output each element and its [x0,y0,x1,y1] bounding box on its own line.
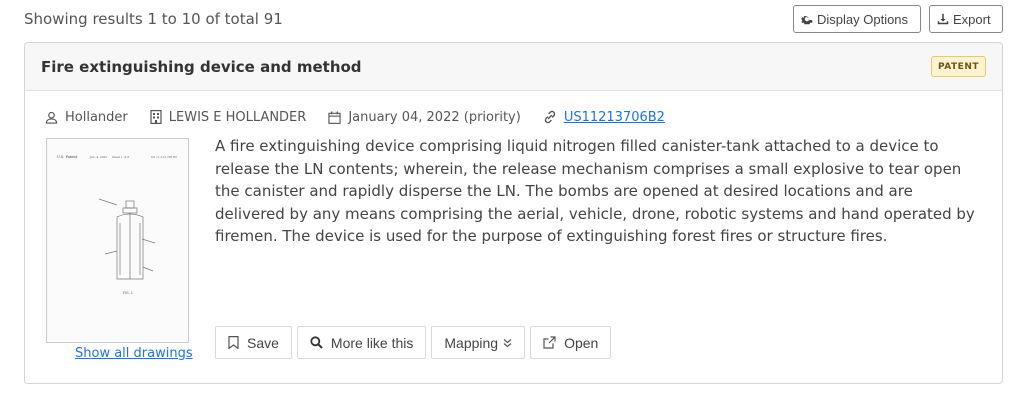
more-like-this-label: More like this [330,334,414,351]
export-button[interactable]: Export [929,5,1003,33]
drawing-header-left: U.S. Patent [57,155,78,159]
search-icon [310,336,323,349]
inventor-name: LEWIS E HOLLANDER [168,109,307,125]
download-icon [937,13,949,25]
calendar-icon [328,110,341,124]
priority-date: January 04, 2022 (priority) [328,110,521,125]
display-options-label: Display Options [817,11,909,27]
drawing-caption: FIG. 1 [123,291,133,295]
display-options-button[interactable]: Display Options [793,5,921,33]
open-button[interactable]: Open [530,326,612,359]
abstract-text: A fire extinguishing device comprising l… [215,137,975,245]
patent-badge: PATENT [931,56,986,77]
save-label: Save [247,334,279,351]
show-all-drawings-link[interactable]: Show all drawings [75,346,193,361]
user-icon [45,111,58,124]
patent-drawing-thumbnail[interactable]: U.S. Patent Jan. 4, 2022 Sheet 1 of 8 US… [46,138,189,343]
save-button[interactable]: Save [215,326,292,359]
external-link-icon [543,336,556,349]
open-label: Open [564,334,599,351]
link-icon [544,110,555,124]
assignee: Hollander [45,110,128,125]
export-label: Export [953,11,991,27]
patent-number-link[interactable]: US11213706B2 [564,110,665,125]
result-meta: Hollander LEWIS E HOLLANDER January 04, … [45,107,687,127]
double-chevron-down-icon [503,338,512,347]
results-count: Showing results 1 to 10 of total 91 [24,10,283,28]
building-icon [150,110,162,124]
result-actions: Save More like this Mapping Open [215,326,616,359]
result-header: Fire extinguishing device and method PAT… [25,43,1002,91]
result-title[interactable]: Fire extinguishing device and method [41,58,362,76]
bookmark-icon [228,336,239,349]
date-text: January 04, 2022 (priority) [348,109,521,125]
canister-illustration [98,198,156,280]
drawing-header-sheet: Sheet 1 of 8 [112,155,129,159]
mapping-label: Mapping [444,334,499,351]
more-like-this-button[interactable]: More like this [296,326,427,359]
drawing-header-mid: Jan. 4, 2022 [89,155,107,159]
result-card: Fire extinguishing device and method PAT… [24,42,1003,384]
drawing-header-right: US 11,213,706 B2 [151,155,177,159]
mapping-button[interactable]: Mapping [431,326,526,359]
gear-icon [801,16,813,25]
inventor: LEWIS E HOLLANDER [150,109,307,125]
assignee-name: Hollander [65,109,128,125]
patent-link-item: US11213706B2 [543,110,665,125]
